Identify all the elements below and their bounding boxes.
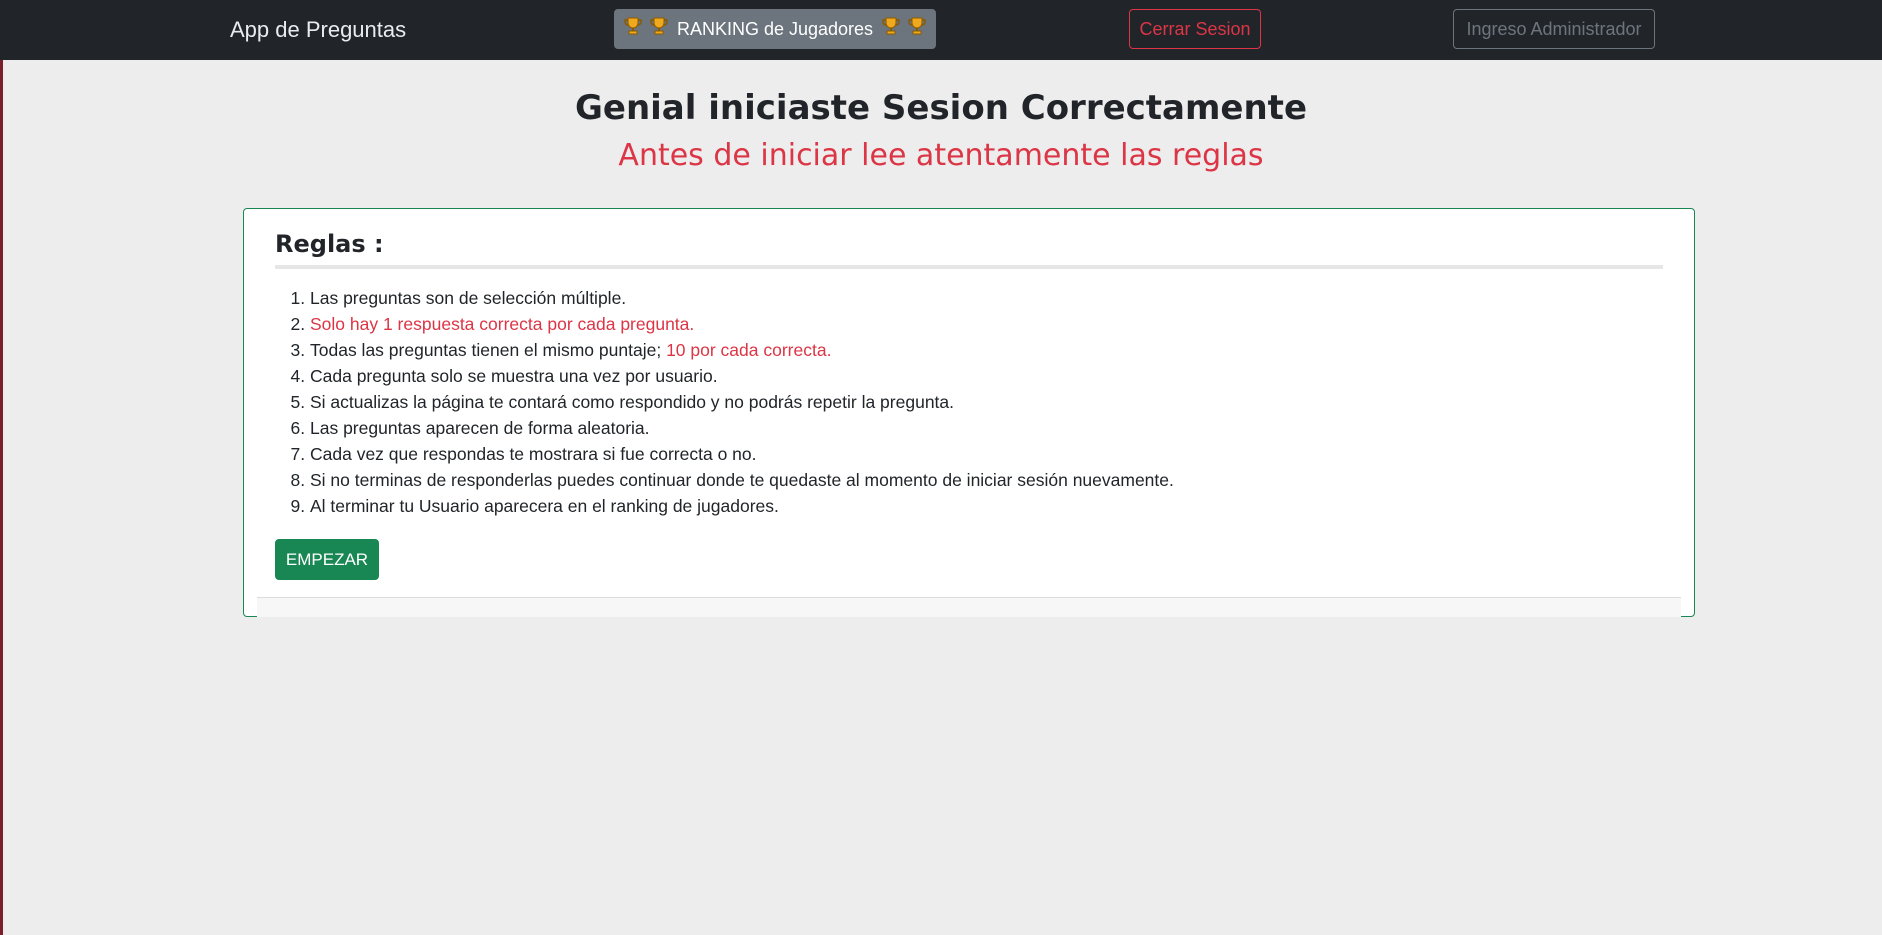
rules-card: Reglas : Las preguntas son de selección … <box>243 208 1695 617</box>
card-footer <box>257 597 1681 617</box>
rules-list: Las preguntas son de selección múltiple.… <box>310 285 1174 519</box>
app-brand[interactable]: App de Preguntas <box>230 0 406 60</box>
rule-text: Todas las preguntas tienen el mismo punt… <box>310 340 662 360</box>
start-button[interactable]: EMPEZAR <box>275 539 379 580</box>
rule-text: Si actualizas la página te contará como … <box>310 392 955 412</box>
rule-text: Cada vez que respondas te mostrara si fu… <box>310 444 757 464</box>
rule-text: Las preguntas son de selección múltiple. <box>310 288 627 308</box>
ranking-button[interactable]: RANKING de Jugadores <box>614 9 936 49</box>
rule-text: Las preguntas aparecen de forma aleatori… <box>310 418 650 438</box>
trophy-icon <box>881 11 901 49</box>
rule-text-highlight: 10 por cada correcta. <box>666 340 832 360</box>
admin-login-button[interactable]: Ingreso Administrador <box>1453 9 1655 49</box>
ranking-label: RANKING de Jugadores <box>676 19 874 39</box>
rule-item: Si no terminas de responderlas puedes co… <box>310 467 1174 493</box>
rule-item: Todas las preguntas tienen el mismo punt… <box>310 337 1174 363</box>
navbar: App de Preguntas RANKING de Jugadores Ce… <box>0 0 1882 60</box>
trophy-icon <box>907 11 927 49</box>
rule-item: Si actualizas la página te contará como … <box>310 389 1174 415</box>
rule-item: Cada pregunta solo se muestra una vez po… <box>310 363 1174 389</box>
rule-text-highlight: Solo hay 1 respuesta correcta por cada p… <box>310 314 695 334</box>
rule-text: Si no terminas de responderlas puedes co… <box>310 470 1174 490</box>
divider <box>275 265 1663 269</box>
page-subtitle: Antes de iniciar lee atentamente las reg… <box>618 138 1264 173</box>
logout-button[interactable]: Cerrar Sesion <box>1129 9 1261 49</box>
rule-item: Las preguntas son de selección múltiple. <box>310 285 1174 311</box>
rule-item: Al terminar tu Usuario aparecera en el r… <box>310 493 1174 519</box>
rules-title: Reglas : <box>275 230 384 258</box>
rule-item: Solo hay 1 respuesta correcta por cada p… <box>310 311 1174 337</box>
rule-item: Cada vez que respondas te mostrara si fu… <box>310 441 1174 467</box>
trophy-icon <box>649 11 669 49</box>
page-title: Genial iniciaste Sesion Correctamente <box>574 88 1307 128</box>
rule-item: Las preguntas aparecen de forma aleatori… <box>310 415 1174 441</box>
rule-text: Al terminar tu Usuario aparecera en el r… <box>310 496 779 516</box>
trophy-icon <box>623 11 643 49</box>
rule-text: Cada pregunta solo se muestra una vez po… <box>310 366 718 386</box>
